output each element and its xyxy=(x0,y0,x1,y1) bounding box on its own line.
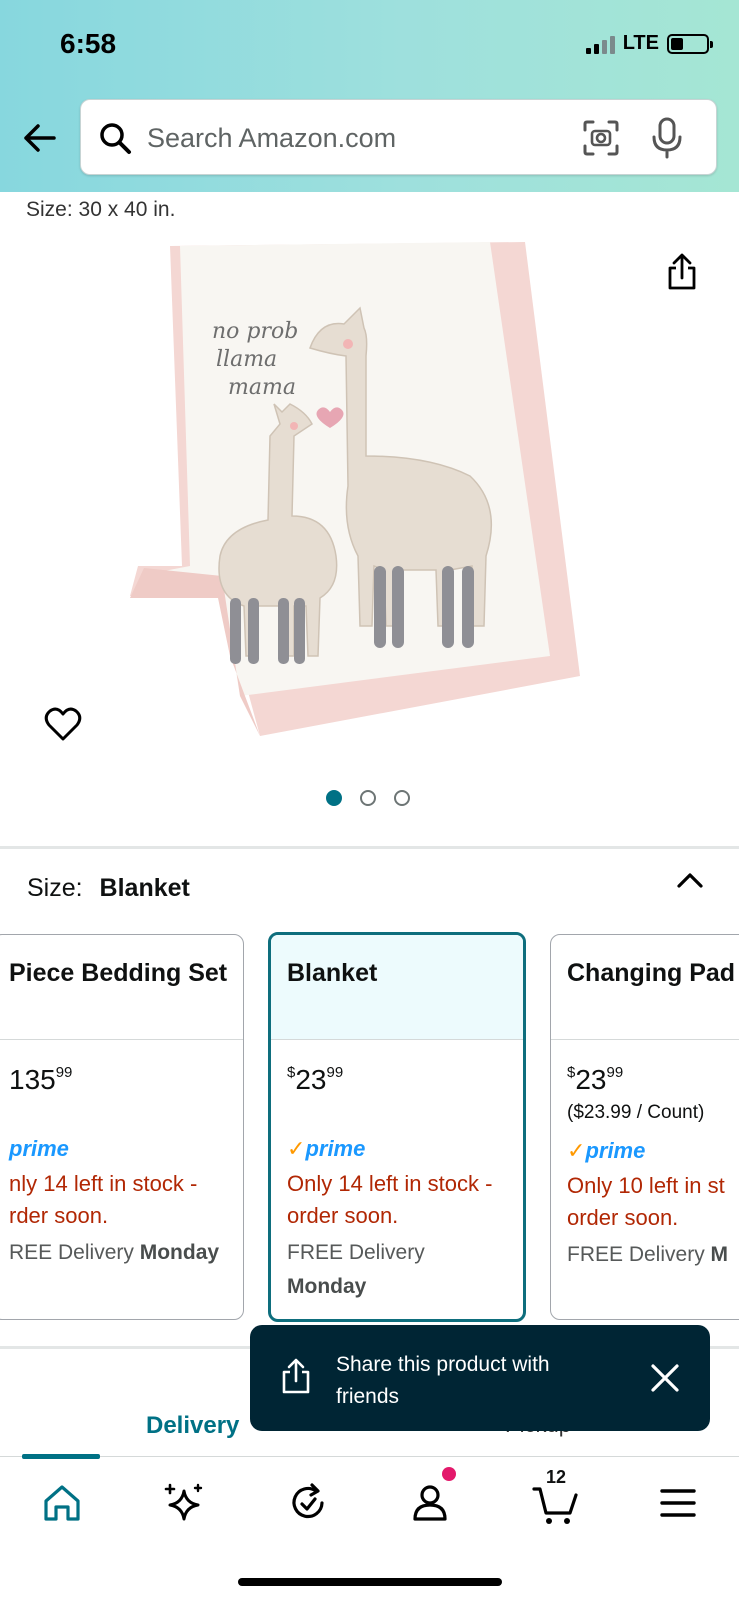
search-input[interactable] xyxy=(147,118,547,158)
share-toast[interactable]: Share this product with friends xyxy=(250,1325,710,1431)
delivery-info: FREE Delivery Monday xyxy=(287,1241,425,1298)
prime-badge: prime xyxy=(9,1136,69,1161)
nav-active-indicator xyxy=(22,1454,100,1459)
option-price: $2399 xyxy=(567,1064,624,1095)
network-label: LTE xyxy=(622,32,659,54)
close-icon[interactable] xyxy=(648,1361,682,1395)
prime-badge: ✓prime xyxy=(287,1136,366,1161)
sparkle-icon[interactable] xyxy=(156,1475,212,1531)
blanket-text: no prob xyxy=(212,319,298,344)
toast-message: Share this product with friends xyxy=(336,1353,550,1408)
product-size-text: Size: 30 x 40 in. xyxy=(26,198,176,221)
menu-icon[interactable] xyxy=(650,1475,706,1531)
option-price: $2399 xyxy=(287,1064,344,1095)
prime-badge: ✓prime xyxy=(567,1138,646,1163)
microphone-icon[interactable] xyxy=(649,116,685,160)
size-option-card[interactable]: Changing Pad $2399 ($23.99 / Count) ✓pri… xyxy=(550,934,739,1320)
stock-status: Only 10 left in st order soon. xyxy=(567,1173,725,1230)
share-icon[interactable] xyxy=(664,252,700,292)
size-option-title: Blanket xyxy=(271,935,523,1040)
signal-icon xyxy=(585,34,615,54)
share-icon xyxy=(282,1358,310,1394)
camera-scan-icon[interactable] xyxy=(581,118,621,158)
stock-status: nly 14 left in stock - rder soon. xyxy=(9,1171,198,1228)
svg-text:mama: mama xyxy=(228,375,296,400)
account-icon[interactable] xyxy=(402,1475,458,1531)
size-selector-label[interactable]: Size: Blanket xyxy=(27,874,190,903)
stock-status: Only 14 left in stock - order soon. xyxy=(287,1171,493,1228)
home-indicator xyxy=(238,1578,502,1586)
heart-icon[interactable] xyxy=(44,706,82,742)
product-image[interactable]: no prob llama mama xyxy=(130,236,600,746)
carousel-dot-2[interactable] xyxy=(360,790,376,806)
carousel-dots xyxy=(326,790,410,806)
delivery-info: FREE Delivery M xyxy=(567,1243,729,1266)
tab-delivery[interactable]: Delivery xyxy=(146,1412,239,1440)
refresh-icon[interactable] xyxy=(280,1475,336,1531)
per-count-price: ($23.99 / Count) xyxy=(567,1102,705,1123)
size-option-title: Changing Pad xyxy=(551,935,739,1040)
notification-badge xyxy=(442,1467,456,1481)
size-label-text: Size: xyxy=(27,874,83,902)
status-time: 6:58 xyxy=(60,28,117,59)
svg-text:llama: llama xyxy=(216,347,277,372)
battery-icon xyxy=(667,33,713,54)
carousel-dot-3[interactable] xyxy=(394,790,410,806)
size-selected-value: Blanket xyxy=(99,874,190,902)
back-arrow-icon[interactable] xyxy=(20,118,60,158)
home-icon[interactable] xyxy=(34,1475,90,1531)
section-divider xyxy=(0,846,739,849)
search-box[interactable] xyxy=(80,99,717,175)
chevron-up-icon[interactable] xyxy=(676,870,704,890)
status-indicators: LTE xyxy=(585,32,713,55)
size-option-card-selected[interactable]: Blanket $2399 ✓prime Only 14 left in sto… xyxy=(268,932,526,1322)
header: 6:58 LTE xyxy=(0,0,739,192)
carousel-dot-1[interactable] xyxy=(326,790,342,806)
cart-count: 12 xyxy=(546,1467,567,1487)
size-option-title: Piece Bedding Set xyxy=(0,935,243,1040)
size-option-card[interactable]: Piece Bedding Set 13599 prime nly 14 lef… xyxy=(0,934,244,1320)
option-price: 13599 xyxy=(9,1064,73,1095)
delivery-info: REE Delivery Monday xyxy=(9,1241,220,1264)
search-icon xyxy=(100,123,131,154)
